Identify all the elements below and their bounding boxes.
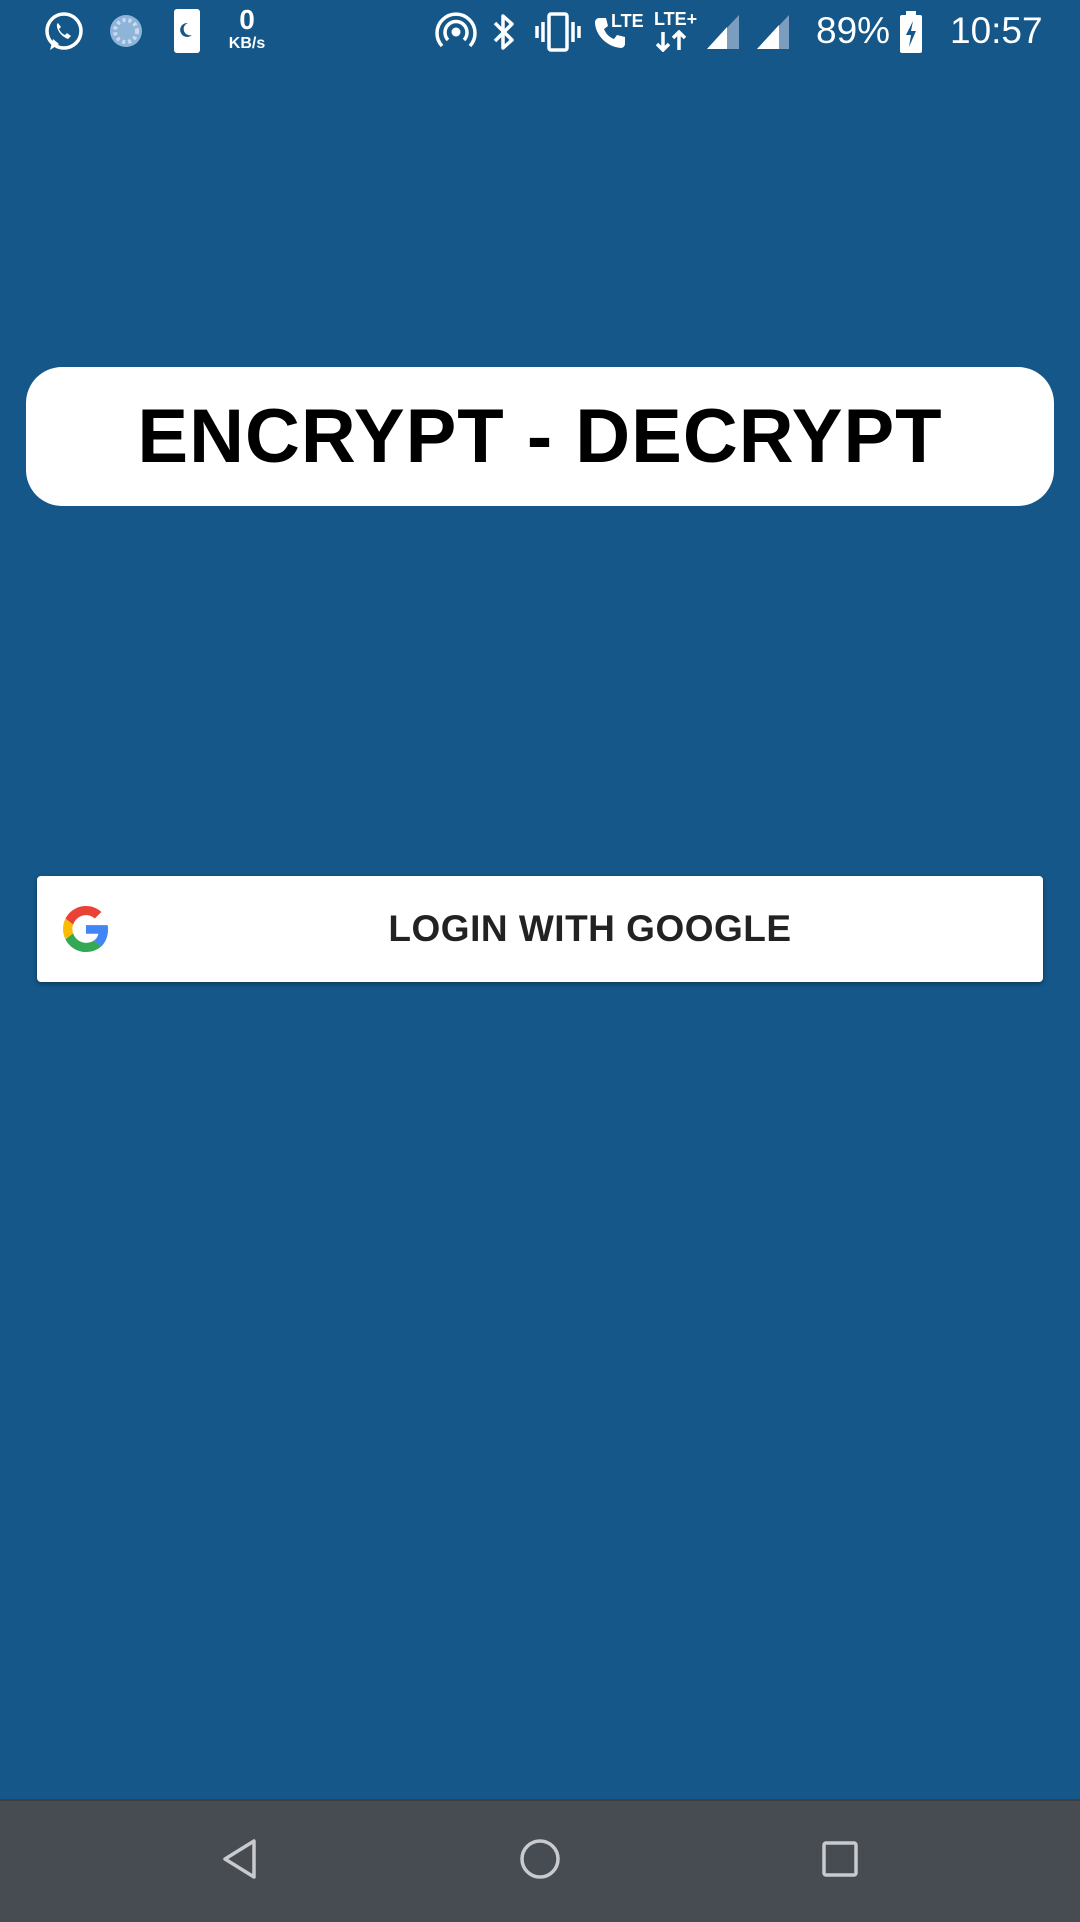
- lte-data-icon: [653, 30, 689, 52]
- loading-icon: [106, 11, 146, 51]
- battery-percent: 89%: [816, 10, 891, 51]
- app-title-card: ENCRYPT - DECRYPT: [26, 367, 1054, 506]
- network-speed-unit: KB/s: [228, 35, 266, 52]
- navigation-bar: [0, 1799, 1080, 1922]
- bluetooth-icon: [489, 12, 519, 52]
- home-button[interactable]: [510, 1831, 570, 1891]
- recents-icon: [820, 1839, 860, 1884]
- back-button[interactable]: [210, 1831, 270, 1891]
- login-with-google-button[interactable]: LOGIN WITH GOOGLE: [37, 876, 1043, 982]
- signal-icon: [756, 14, 790, 50]
- signal-icon: [706, 14, 740, 50]
- recents-button[interactable]: [810, 1831, 870, 1891]
- vibrate-icon: [535, 12, 581, 52]
- network-speed-value: 0: [239, 4, 255, 35]
- volte-label: LTE: [611, 11, 644, 31]
- login-with-google-label: LOGIN WITH GOOGLE: [388, 908, 792, 949]
- battery-charging-icon: [899, 10, 923, 54]
- lte-data-label: LTE+: [654, 9, 698, 29]
- network-speed: 0 KB/s: [222, 6, 272, 52]
- back-icon: [220, 1837, 260, 1886]
- clock-time: 10:57: [950, 10, 1043, 51]
- sim-card-icon: [173, 8, 201, 54]
- app-title: ENCRYPT - DECRYPT: [137, 394, 943, 479]
- whatsapp-icon: [42, 10, 86, 54]
- status-bar: 0 KB/s LTE LTE+ 89% 10:57: [0, 0, 1080, 62]
- hotspot-icon: [434, 12, 478, 52]
- home-icon: [518, 1837, 562, 1886]
